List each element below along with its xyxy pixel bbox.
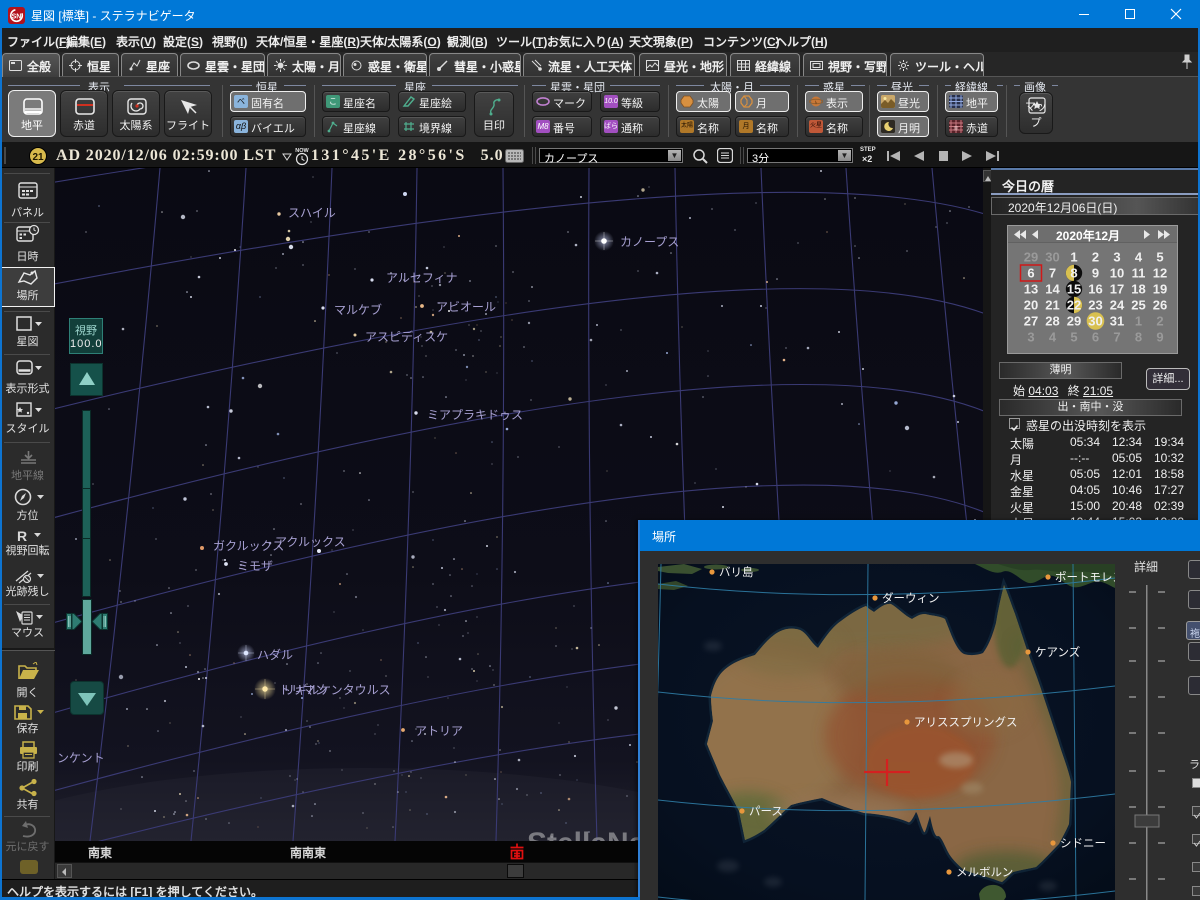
svg-text:27: 27 [1024, 314, 1038, 329]
svg-text:18: 18 [1131, 282, 1145, 297]
svg-text:ミモザ: ミモザ [237, 559, 273, 573]
svg-text:8: 8 [1135, 330, 1142, 345]
svg-text:3: 3 [1113, 250, 1120, 265]
svg-text:カノープス: カノープス [620, 235, 679, 249]
svg-text:シドニー: シドニー [1060, 838, 1106, 850]
svg-text:スハイル: スハイル [288, 206, 336, 220]
svg-text:アビオール: アビオール [436, 300, 496, 314]
svg-text:5: 5 [1156, 250, 1163, 265]
svg-text:12: 12 [1153, 266, 1167, 281]
svg-text:アリススプリングス: アリススプリングス [914, 715, 1018, 729]
svg-text:1: 1 [1135, 314, 1142, 329]
svg-text:4: 4 [1135, 250, 1143, 265]
svg-text:2: 2 [1092, 250, 1099, 265]
svg-text:3: 3 [1027, 330, 1034, 345]
svg-text:21: 21 [1045, 298, 1059, 313]
svg-text:ガクルックス: ガクルックス [213, 539, 284, 553]
svg-text:24: 24 [1110, 298, 1125, 313]
svg-text:29: 29 [1067, 314, 1081, 329]
svg-text:SN: SN [12, 14, 22, 21]
svg-text:R: R [17, 528, 27, 543]
svg-text:26: 26 [1153, 298, 1167, 313]
svg-text:25: 25 [1131, 298, 1145, 313]
svg-text:バリ島: バリ島 [719, 565, 754, 579]
svg-text:アスピディスケ: アスピディスケ [365, 329, 448, 344]
svg-text:アクルックス: アクルックス [275, 535, 346, 549]
svg-text:ケアンズ: ケアンズ [1035, 645, 1080, 659]
svg-text:ハダル: ハダル [257, 647, 293, 662]
svg-text:6: 6 [1092, 330, 1099, 345]
svg-text:4: 4 [1049, 330, 1057, 345]
svg-text:パース: パース [749, 805, 783, 818]
svg-text:マルケブ: マルケブ [334, 302, 382, 317]
svg-text:8: 8 [1070, 266, 1077, 281]
svg-text:29: 29 [1024, 250, 1038, 265]
svg-text:30: 30 [1088, 314, 1102, 329]
svg-text:ンケント: ンケント [57, 751, 105, 765]
svg-text:31: 31 [1110, 314, 1124, 329]
svg-text:11: 11 [1132, 266, 1146, 281]
svg-text:21: 21 [32, 152, 44, 163]
svg-text:15: 15 [1067, 282, 1081, 297]
svg-text:5: 5 [1070, 330, 1077, 345]
svg-text:9: 9 [1092, 266, 1099, 281]
svg-text:2: 2 [1156, 314, 1163, 329]
svg-text:ダーウィン: ダーウィン [882, 591, 940, 605]
svg-text:17: 17 [1110, 282, 1124, 297]
svg-text:ミアプラキドゥス: ミアプラキドゥス [427, 408, 523, 422]
svg-text:1: 1 [1070, 250, 1077, 265]
svg-text:StellaNa: StellaNa [527, 827, 646, 841]
svg-text:30: 30 [1045, 250, 1059, 265]
svg-text:アトリア: アトリア [415, 724, 463, 738]
svg-text:7: 7 [1049, 266, 1056, 281]
svg-text:28: 28 [1045, 314, 1059, 329]
svg-text:トリマン: トリマン [279, 683, 327, 697]
svg-text:7: 7 [1113, 330, 1120, 345]
svg-text:20: 20 [1024, 298, 1038, 313]
svg-text:♄: ♄ [814, 100, 819, 106]
svg-text:14: 14 [1045, 282, 1060, 297]
svg-text:16: 16 [1088, 282, 1102, 297]
svg-text:6: 6 [1027, 266, 1034, 281]
svg-text:メルボルン: メルボルン [956, 866, 1013, 879]
svg-text:アルセフィナ: アルセフィナ [386, 271, 458, 285]
svg-text:19: 19 [1153, 282, 1167, 297]
svg-text:22: 22 [1067, 298, 1081, 313]
svg-text:23: 23 [1088, 298, 1102, 313]
svg-text:13: 13 [1024, 282, 1038, 297]
svg-text:9: 9 [1156, 330, 1163, 345]
svg-text:ポートモレスビ: ポートモレスビ [1055, 571, 1115, 584]
svg-text:10: 10 [1110, 266, 1124, 281]
